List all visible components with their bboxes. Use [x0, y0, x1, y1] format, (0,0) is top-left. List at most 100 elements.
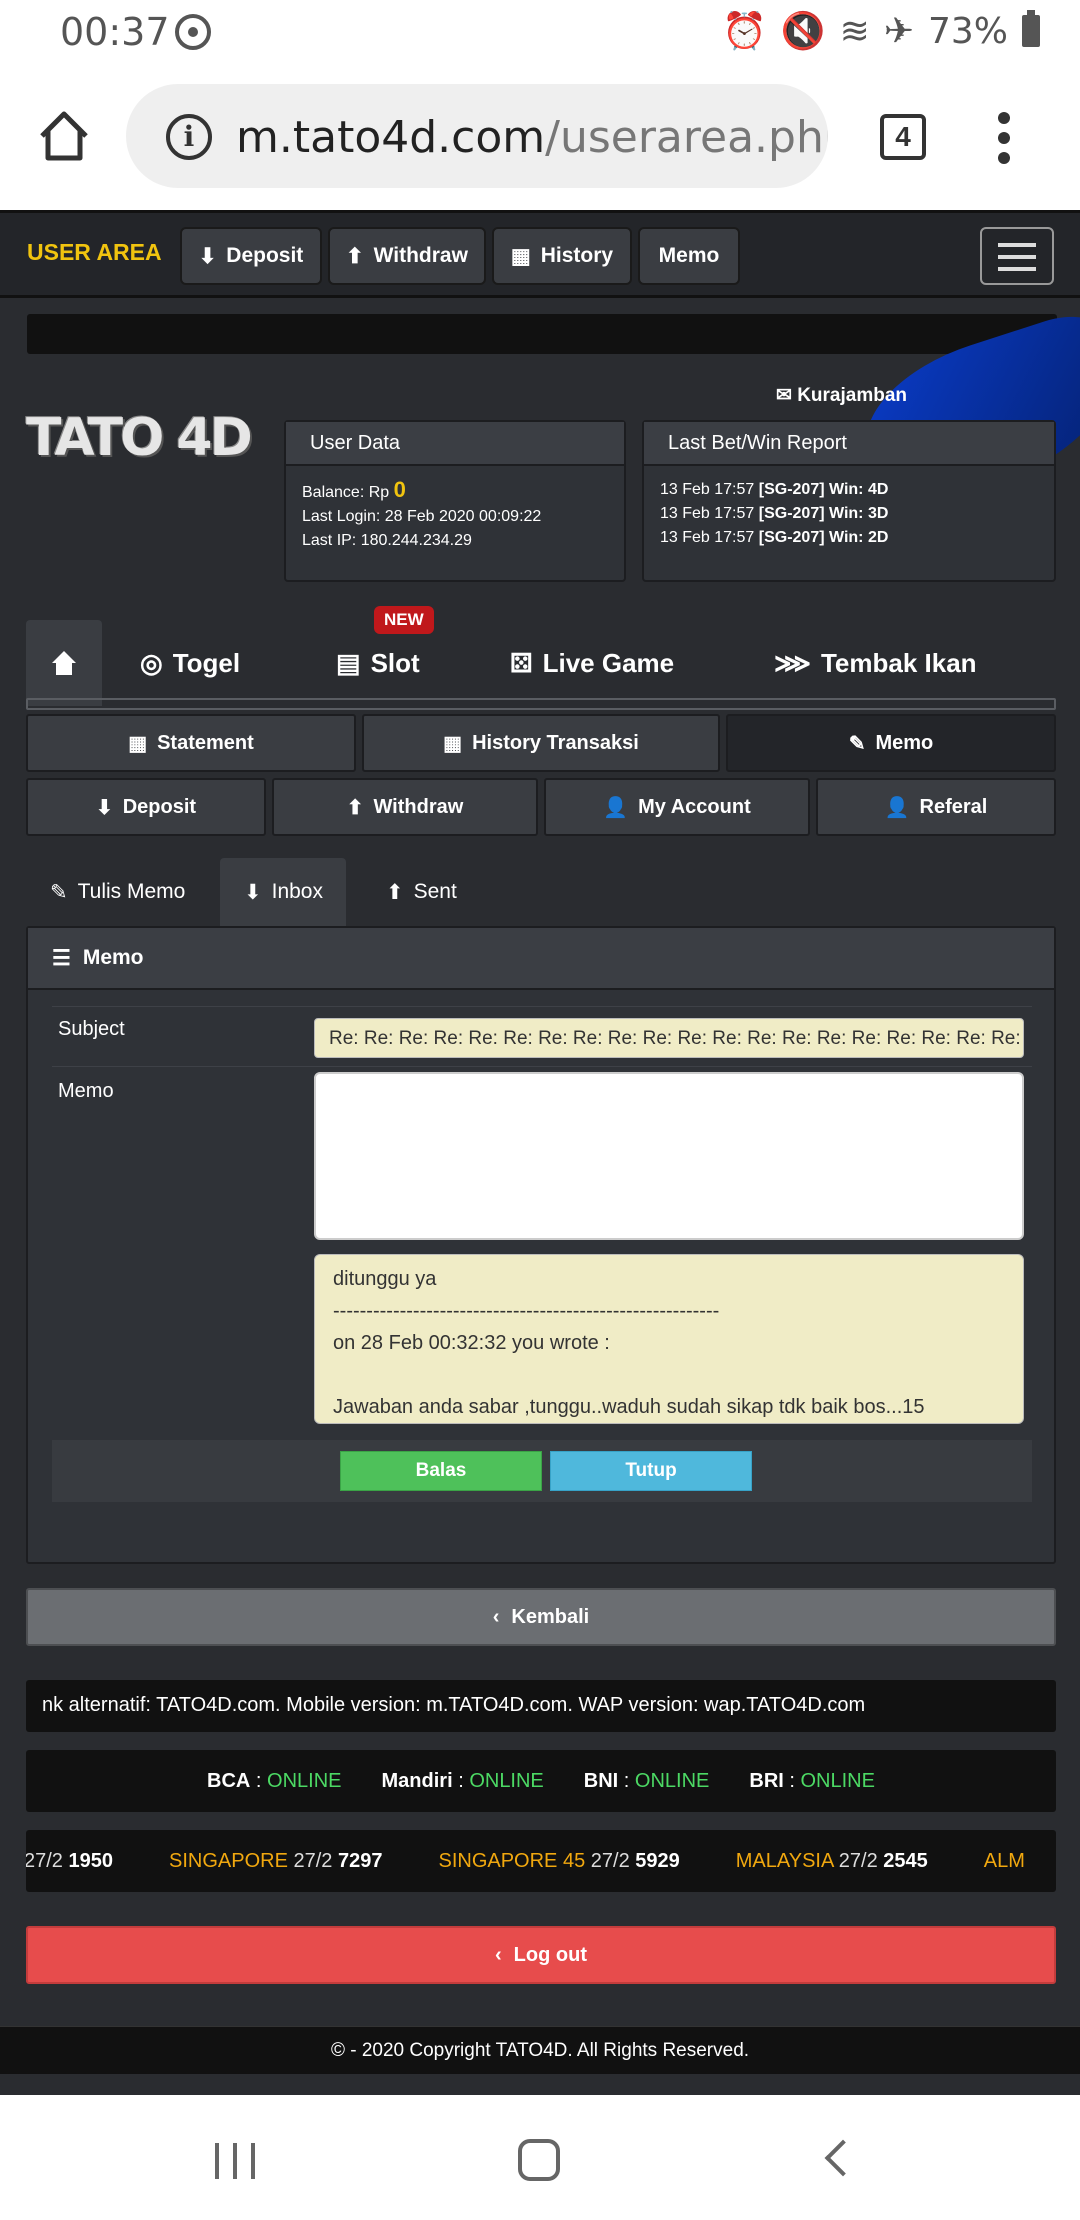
results-ticker: 27/2 1950 SINGAPORE 27/2 7297 SINGAPORE …: [26, 1830, 1056, 1892]
deposit-button[interactable]: ⬇ Deposit: [26, 778, 266, 836]
result-item: MALAYSIA 27/2 2545: [735, 1849, 928, 1872]
memo-button[interactable]: ✎ Memo: [726, 714, 1056, 772]
subject-field[interactable]: Re: Re: Re: Re: Re: Re: Re: Re: Re: Re: …: [314, 1018, 1024, 1058]
nav-memo-button[interactable]: Memo: [638, 227, 740, 285]
site-info-icon[interactable]: i: [166, 114, 212, 160]
mail-icon: ✉: [776, 385, 792, 406]
history-transaksi-button[interactable]: ▦ History Transaksi: [362, 714, 720, 772]
tab-togel[interactable]: ◎ Togel: [140, 620, 240, 706]
mute-icon: 🔇: [780, 11, 826, 52]
tutup-button[interactable]: Tutup: [550, 1451, 752, 1491]
inbox-icon: ⬇: [244, 880, 262, 904]
airplane-icon: ✈: [883, 10, 914, 52]
user-icon: 👤: [884, 796, 910, 819]
memo-panel: ☰ Memo Subject Re: Re: Re: Re: Re: Re: Re…: [26, 926, 1056, 1564]
announcement-bar: [27, 314, 1057, 354]
browser-menu-icon[interactable]: [996, 112, 1012, 164]
nav-deposit-button[interactable]: ⬇ Deposit: [180, 227, 322, 285]
recent-apps-icon[interactable]: [215, 2143, 255, 2179]
slot-machine-icon: ▤: [336, 647, 361, 678]
tab-divider: [26, 698, 1056, 710]
memo-actions: Balas Tutup: [52, 1440, 1032, 1502]
bank-status-item: BNI : ONLINE: [583, 1769, 710, 1792]
tab-home[interactable]: [26, 620, 102, 706]
status-bar: 00:37 ⏰ 🔇 ≋ ✈ 73%: [0, 0, 1080, 66]
result-item: SINGAPORE 45 27/2 5929: [438, 1849, 680, 1872]
system-home-icon[interactable]: [518, 2139, 560, 2181]
result-item: SINGAPORE 27/2 7297: [169, 1849, 383, 1872]
divider: [52, 1006, 1032, 1007]
deposit-icon: ⬇: [95, 796, 113, 819]
divider: [52, 1066, 1032, 1067]
battery-percent: 73%: [927, 10, 1008, 52]
memo-quote-box[interactable]: ditunggu ya ----------------------------…: [314, 1254, 1024, 1424]
calendar-icon: ▦: [128, 732, 148, 755]
battery-icon: [1022, 10, 1040, 47]
nav-history-button[interactable]: ▦ History: [492, 227, 632, 285]
bank-status-item: Mandiri : ONLINE: [381, 1769, 544, 1792]
tab-switcher-button[interactable]: 4: [880, 114, 926, 160]
new-badge: NEW: [374, 606, 434, 634]
top-navbar: USER AREA ⬇ Deposit ⬆ Withdraw ▦ History Me…: [0, 210, 1080, 298]
memo-label: Memo: [58, 1080, 114, 1102]
footer-copyright: © - 2020 Copyright TATO4D. All Rights Re…: [0, 2026, 1080, 2074]
status-icons: ⏰ 🔇 ≋ ✈ 73%: [722, 10, 1040, 52]
bet-report-row: 13 Feb 17:57 [SG-207] Win: 3D: [660, 505, 889, 522]
balas-button[interactable]: Balas: [340, 1451, 542, 1491]
bank-status-item: BRI : ONLINE: [749, 1769, 875, 1792]
site-page: USER AREA ⬇ Deposit ⬆ Withdraw ▦ History Me…: [0, 210, 1080, 2095]
last-ip: Last IP: 180.244.234.29: [302, 532, 472, 549]
tab-tembak-ikan[interactable]: ⋙ Tembak Ikan: [774, 620, 977, 706]
hamburger-menu-icon[interactable]: [980, 227, 1054, 285]
nav-withdraw-button[interactable]: ⬆ Withdraw: [328, 227, 486, 285]
calendar-icon: ▦: [443, 732, 463, 755]
withdraw-icon: ⬆: [346, 244, 364, 268]
bank-status-item: BCA : ONLINE: [207, 1769, 342, 1792]
tab-live-game[interactable]: ⚄ Live Game: [510, 620, 674, 706]
balance-label: Balance: Rp: [302, 484, 390, 501]
inbox-user-link[interactable]: ✉ Kurajamban: [776, 384, 907, 407]
bet-report-row: 13 Feb 17:57 [SG-207] Win: 2D: [660, 529, 889, 546]
bet-report-row: 13 Feb 17:57 [SG-207] Win: 4D: [660, 481, 889, 498]
statement-button[interactable]: ▦ Statement: [26, 714, 356, 772]
my-account-button[interactable]: 👤 My Account: [544, 778, 810, 836]
bet-report-title: Last Bet/Win Report: [644, 422, 1054, 466]
system-nav-bar: [0, 2095, 1080, 2220]
referal-button[interactable]: 👤 Referal: [816, 778, 1056, 836]
memo-reply-textarea[interactable]: [314, 1072, 1024, 1240]
user-data-title: User Data: [286, 422, 624, 466]
alarm-icon: ⏰: [721, 11, 767, 52]
browser-toolbar: i m.tato4d.com/userarea.php 4: [0, 66, 1080, 210]
bet-report-panel: Last Bet/Win Report 13 Feb 17:57 [SG-207…: [642, 420, 1056, 582]
home-icon: [52, 651, 76, 675]
result-item: ALM: [983, 1849, 1025, 1872]
system-back-icon[interactable]: [824, 2139, 862, 2177]
game-tabs: ◎ Togel ▤ Slot NEW ⚄ Live Game ⋙ Tembak Ikan: [26, 606, 1056, 706]
balance-value: 0: [393, 477, 406, 502]
fish-icon: ⋙: [774, 647, 811, 678]
whatsapp-icon: [175, 14, 211, 50]
tato4d-logo[interactable]: TATO 4D: [26, 408, 253, 468]
edit-icon: ✎: [50, 880, 68, 904]
user-area-brand[interactable]: USER AREA: [27, 239, 162, 266]
withdraw-button[interactable]: ⬆ Withdraw: [272, 778, 538, 836]
url-text[interactable]: m.tato4d.com/userarea.php: [236, 112, 828, 163]
logout-button[interactable]: ‹ Log out: [26, 1926, 1056, 1984]
user-icon: 👤: [603, 796, 629, 819]
kembali-button[interactable]: ‹ Kembali: [26, 1588, 1056, 1646]
dice-icon: ⚄: [510, 647, 533, 678]
chevron-left-icon: ‹: [495, 1943, 502, 1966]
bank-status-bar: BCA : ONLINE Mandiri : ONLINE BNI : ONLI…: [26, 1750, 1056, 1812]
tab-tulis-memo[interactable]: ✎ Tulis Memo: [26, 858, 220, 926]
browser-home-icon[interactable]: [36, 108, 92, 164]
result-item: 27/2 1950: [26, 1849, 113, 1872]
edit-icon: ✎: [848, 732, 866, 755]
calendar-icon: ▦: [510, 244, 531, 268]
togel-icon: ◎: [140, 647, 163, 678]
tab-inbox[interactable]: ⬇ Inbox: [220, 858, 346, 926]
memo-panel-header: ☰ Memo: [28, 928, 1054, 990]
tab-sent[interactable]: ⬆ Sent: [362, 858, 472, 926]
address-bar[interactable]: i m.tato4d.com/userarea.php: [126, 84, 828, 188]
wifi-icon: ≋: [839, 10, 870, 52]
chevron-left-icon: ‹: [492, 1605, 500, 1628]
